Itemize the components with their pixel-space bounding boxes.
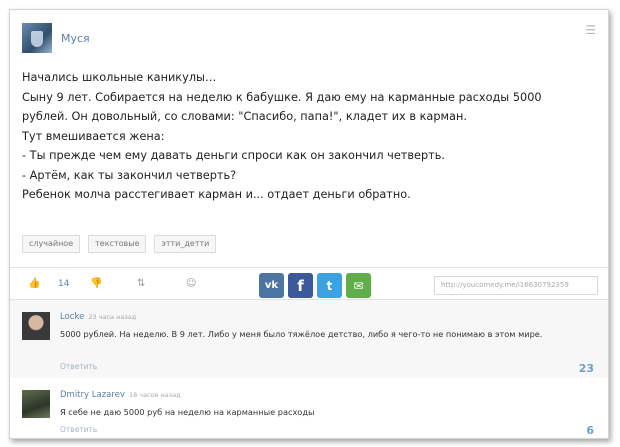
reply-link[interactable]: Ответить xyxy=(60,425,97,434)
post-line: рублей. Он довольный, со словами: "Спаси… xyxy=(22,110,467,123)
comment-time: 18 часов назад xyxy=(128,391,181,399)
comment-rating: 23 xyxy=(578,362,594,375)
mail-share-button[interactable]: ✉ xyxy=(346,273,371,298)
post-line: Ребенок молча расстегивает карман и... о… xyxy=(22,188,411,201)
twitter-share-button[interactable]: t xyxy=(317,273,342,298)
vk-icon: vk xyxy=(264,280,279,291)
thumbs-down-icon[interactable]: 👎 xyxy=(90,278,102,290)
post-header: Муся xyxy=(22,22,90,54)
post-line: - Ты прежде чем ему давать деньги спроси… xyxy=(22,149,445,162)
post-url-field[interactable]: http://youcomedy.me/i16630792359 xyxy=(434,276,598,295)
mail-icon: ✉ xyxy=(353,278,364,293)
repost-icon[interactable]: ⇅ xyxy=(137,278,145,290)
tag-list: случайное текстовые этти_детти xyxy=(22,235,217,253)
comment-author[interactable]: Locke xyxy=(60,312,84,322)
post-body: Начались школьные каникулы… Сыну 9 лет. … xyxy=(22,68,592,205)
comment: Locke 23 часа назад 5000 рублей. На недел… xyxy=(10,300,608,378)
author-name[interactable]: Муся xyxy=(61,32,90,45)
tag[interactable]: случайное xyxy=(22,235,81,253)
thumbs-up-icon[interactable]: 👍 xyxy=(28,278,40,290)
twitter-icon: t xyxy=(326,278,333,293)
facebook-icon: f xyxy=(297,276,304,295)
post-line: Тут вмешивается жена: xyxy=(22,129,165,143)
comment-author[interactable]: Dmitry Lazarev xyxy=(60,390,125,400)
commenter-avatar[interactable] xyxy=(22,390,50,418)
menu-icon[interactable]: ☰ xyxy=(585,24,596,36)
tag[interactable]: текстовые xyxy=(88,235,147,253)
post-line: Начались школьные каникулы… xyxy=(22,71,217,84)
vk-share-button[interactable]: vk xyxy=(259,273,284,298)
commenter-avatar[interactable] xyxy=(22,312,50,340)
like-count: 14 xyxy=(58,279,70,289)
facebook-share-button[interactable]: f xyxy=(288,273,313,298)
comment-time: 23 часа назад xyxy=(88,313,137,321)
comment-meta: Locke 23 часа назад xyxy=(60,312,136,323)
post-line: Сыну 9 лет. Собирается на неделю к бабуш… xyxy=(22,90,542,104)
author-avatar[interactable] xyxy=(22,23,52,53)
reply-link[interactable]: Ответить xyxy=(60,362,97,371)
comment-text: Я себе не даю 5000 руб на неделю на карм… xyxy=(60,407,315,417)
comment-text: 5000 рублей. На неделю. В 9 лет. Либо у … xyxy=(60,329,543,339)
favorite-icon[interactable]: ☺ xyxy=(186,278,196,290)
comment-meta: Dmitry Lazarev 18 часов назад xyxy=(60,390,181,401)
comment: Dmitry Lazarev 18 часов назад Я себе не д… xyxy=(10,378,608,440)
comment-rating: 6 xyxy=(586,424,594,437)
action-bar: 👍 14 👎 ⇅ ☺ vk f t ✉ http://youcomedy.me/… xyxy=(10,267,608,300)
tag[interactable]: этти_детти xyxy=(154,235,217,253)
post-line: - Артём, как ты закончил четверть? xyxy=(22,168,237,182)
post-card: Муся ☰ Начались школьные каникулы… Сыну … xyxy=(9,9,609,439)
